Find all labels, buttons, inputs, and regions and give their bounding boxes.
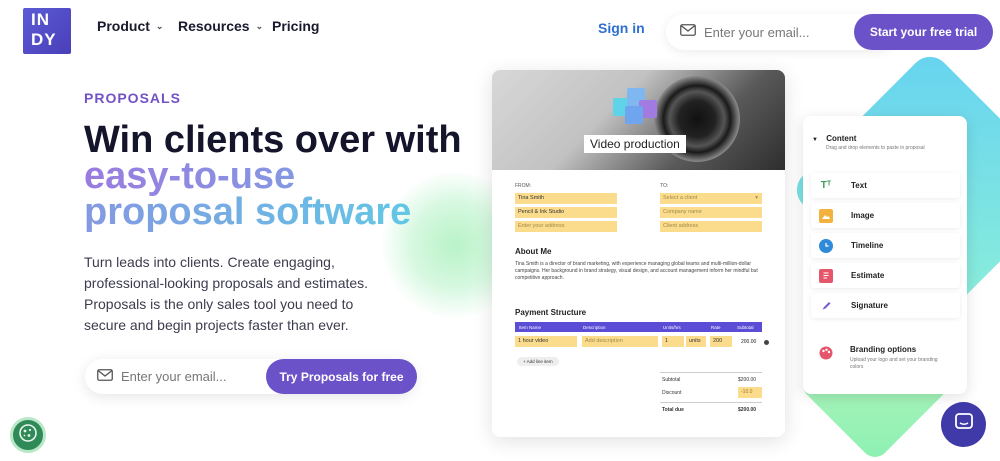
logo-text-bottom: DY [31,30,57,49]
nav-pricing-label: Pricing [272,18,320,34]
photo-label: Video production [584,135,686,153]
row-options-icon[interactable] [764,340,769,345]
to-company-field[interactable]: Company name [660,207,762,218]
about-text: Tina Smith is a director of brand market… [515,261,758,281]
panel-item-timeline[interactable]: Timeline [811,233,960,258]
col-rate: Rate [711,324,721,330]
mail-icon [680,23,696,41]
row-subtotal: 200.00 [741,339,757,345]
timeline-icon [819,238,833,253]
total-due-value: $200.00 [738,407,757,413]
cubes-icon [613,88,665,126]
hero-email-placeholder: Enter your email... [121,369,227,384]
discount-label: Discount [662,390,682,396]
logo-text-top: IN [31,10,50,29]
chat-widget-button[interactable] [941,402,986,447]
payment-title: Payment Structure [515,308,587,317]
about-title: About Me [515,247,552,256]
headline-gradient: easy-to-use proposal software [84,155,412,233]
nav-resources[interactable]: Resources ⌄ [178,18,263,34]
branding-options-item[interactable]: Branding options Upload your logo and se… [811,336,960,380]
row-item-field[interactable]: 1 hour video [515,336,577,347]
section-eyebrow: PROPOSALS [84,90,181,106]
chevron-down-icon: ⌄ [155,20,164,31]
add-line-item-button[interactable]: + Add line item [517,357,559,366]
try-proposals-button[interactable]: Try Proposals for free [266,359,417,394]
col-units: Units/hrs [663,324,681,330]
nav-pricing[interactable]: Pricing [272,18,319,34]
hero-headline: Win clients over with easy-to-use propos… [84,121,464,233]
divider [660,402,762,403]
nav-product[interactable]: Product ⌄ [97,18,163,34]
nav-resources-label: Resources [178,18,250,34]
row-unit-type-field[interactable]: units [686,336,706,347]
panel-item-label: Text [851,181,867,190]
total-due-label: Total due [662,407,684,413]
panel-item-estimate[interactable]: Estimate [811,263,960,288]
proposal-preview-card: Video production FROM: TO: Tina Smith Pe… [492,70,785,437]
subtotal-label: Subtotal [662,377,681,383]
content-panel-subtitle: Drag and drop elements to paste in propo… [826,145,925,151]
cookie-settings-button[interactable] [10,417,46,453]
panel-item-text[interactable]: Tᵀ Text [811,173,960,198]
chevron-down-icon: ⌄ [255,20,264,31]
subtotal-value: $200.00 [738,377,757,383]
camera-photo: Video production [492,70,785,170]
palette-icon [819,346,833,365]
content-panel-title: ▼ Content [812,134,856,143]
row-units-field[interactable]: 1 [662,336,684,347]
divider [660,372,762,373]
start-free-trial-button[interactable]: Start your free trial [854,14,993,50]
to-label: TO: [660,183,669,189]
row-rate-field[interactable]: 200 [710,336,732,347]
header-email-placeholder: Enter your email... [704,24,810,40]
from-name-field[interactable]: Tina Smith [515,193,617,204]
row-description-field[interactable]: Add description [582,336,658,347]
content-title-text: Content [826,134,857,143]
hero-description: Turn leads into clients. Create engaging… [84,254,369,333]
panel-item-label: Image [851,211,875,220]
chat-icon [954,412,974,437]
panel-item-label: Signature [851,301,888,310]
nav-product-label: Product [97,18,150,34]
to-address-field[interactable]: Client address [660,221,762,232]
col-subtotal: Subtotal [737,324,754,330]
branding-title: Branding options [850,345,917,354]
text-icon: Tᵀ [820,180,832,191]
cookie-icon [18,423,38,448]
branding-subtitle: Upload your logo and set your branding c… [850,357,938,370]
estimate-icon [819,268,833,283]
payment-table-header: Item Name Description Units/hrs Rate Sub… [515,322,762,332]
panel-item-label: Timeline [851,241,884,250]
signature-icon [819,299,833,313]
from-address-field[interactable]: Enter your address [515,221,617,232]
image-icon [819,208,833,223]
discount-field[interactable]: -10.0 [738,387,762,398]
panel-item-signature[interactable]: Signature [811,293,960,318]
panel-item-label: Estimate [851,271,885,280]
mail-icon [97,368,113,386]
content-panel: ▼ Content Drag and drop elements to past… [803,116,967,394]
col-description: Description [583,324,606,330]
col-item-name: Item Name [519,324,542,330]
to-client-select[interactable]: Select a client ▾ [660,193,762,204]
chevron-down-icon: ▼ [812,137,818,143]
sign-in-link[interactable]: Sign in [598,20,645,36]
to-client-value: Select a client [663,195,698,201]
chevron-down-icon: ▾ [755,195,758,201]
panel-item-image[interactable]: Image [811,203,960,228]
indy-logo[interactable]: IN DY [23,8,71,54]
from-company-field[interactable]: Pencil & Ink Studio [515,207,617,218]
from-label: FROM: [515,183,532,189]
